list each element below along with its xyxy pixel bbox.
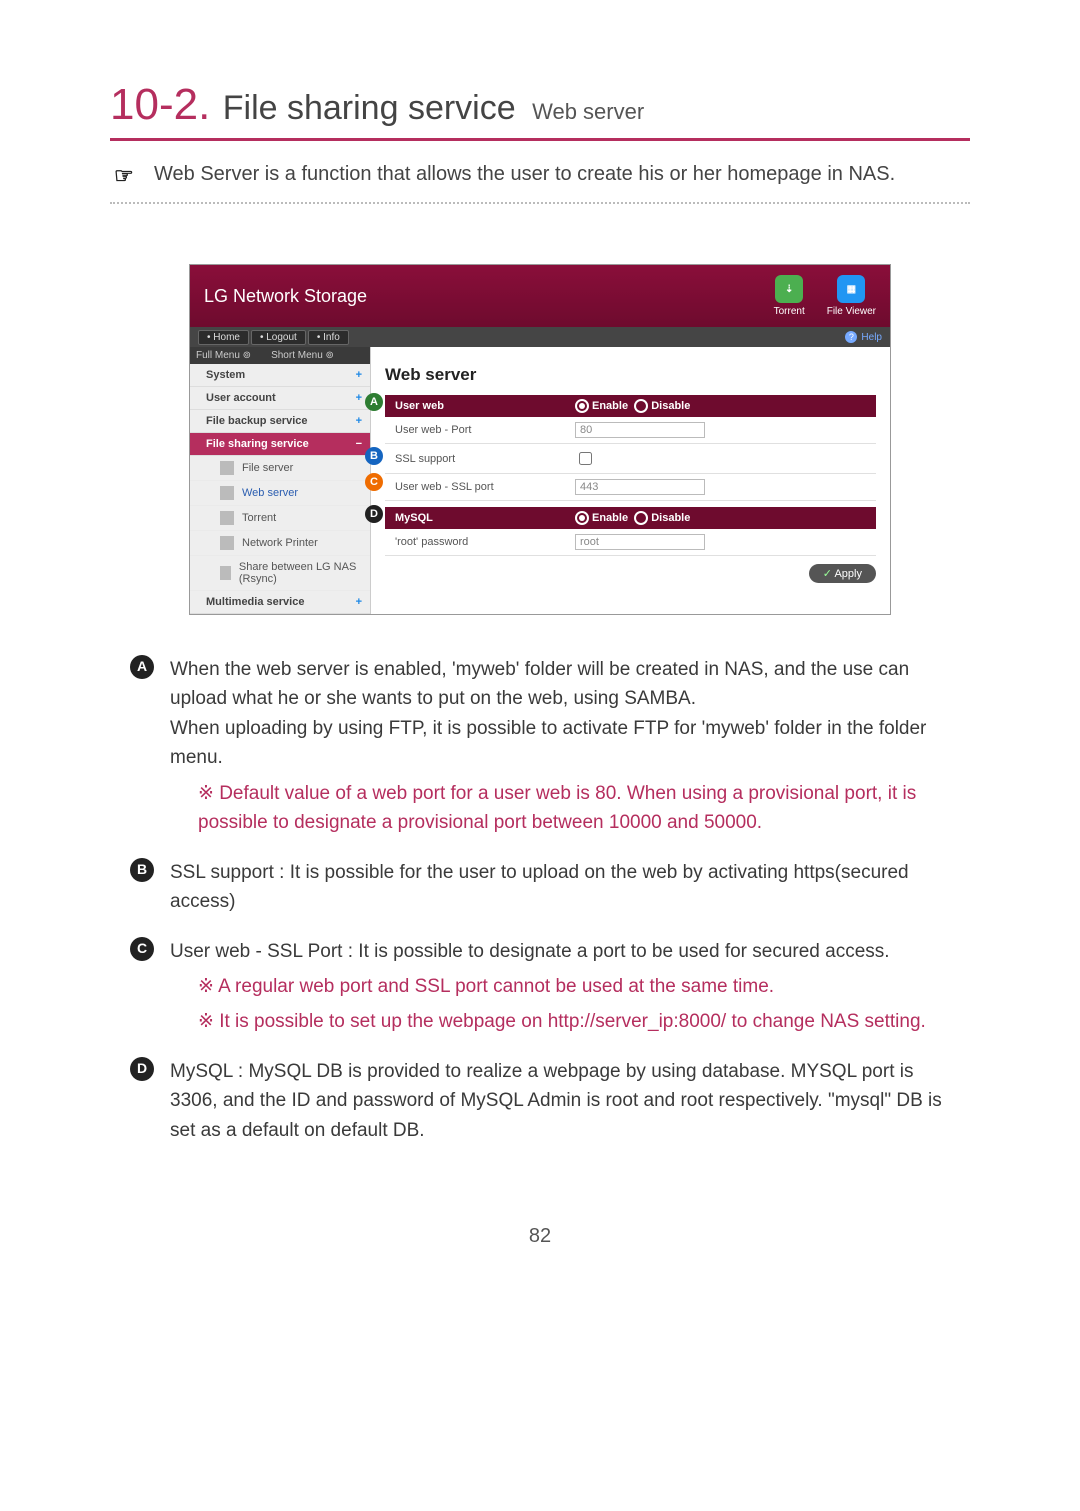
sidebar-item-file-sharing-service[interactable]: File sharing service− xyxy=(190,433,370,456)
help-link[interactable]: Help xyxy=(845,331,882,343)
row-label: User web - SSL port xyxy=(385,474,565,501)
input--root-password[interactable] xyxy=(575,534,705,550)
sidebar: Full Menu ⊚ Short Menu ⊚ System+User acco… xyxy=(190,347,371,614)
menu-tab[interactable]: Short Menu ⊚ xyxy=(271,350,334,361)
input-user-web-ssl-port[interactable] xyxy=(575,479,705,495)
marker-b: B xyxy=(365,447,383,465)
sidebar-item-file-backup-service[interactable]: File backup service+ xyxy=(190,410,370,433)
desc-c: User web - SSL Port : It is possible to … xyxy=(170,937,926,1037)
intro-text: Web Server is a function that allows the… xyxy=(154,159,895,189)
marker-c: C xyxy=(365,473,383,491)
nav-info[interactable]: • Info xyxy=(308,330,349,345)
page-number: 82 xyxy=(110,1225,970,1248)
desc-a-note: Default value of a web port for a user w… xyxy=(198,779,950,838)
sidebar-item-multimedia-service[interactable]: Multimedia service+ xyxy=(190,591,370,614)
sidebar-item-file-server[interactable]: File server xyxy=(190,456,370,481)
file-viewer-icon[interactable]: ▦File Viewer xyxy=(827,275,876,317)
menu-tab[interactable]: Full Menu ⊚ xyxy=(196,350,251,361)
userweb-table: User web Enable Disable User web - PortS… xyxy=(385,395,876,501)
desc-d: MySQL : MySQL DB is provided to realize … xyxy=(170,1057,950,1145)
nav-logout[interactable]: • Logout xyxy=(251,330,306,345)
userweb-radio[interactable]: Enable Disable xyxy=(565,395,876,417)
row-label: SSL support xyxy=(385,444,565,474)
intro-block: ☞ Web Server is a function that allows t… xyxy=(114,159,966,192)
mysql-radio[interactable]: Enable Disable xyxy=(565,507,876,529)
mysql-header: MySQL xyxy=(385,507,565,529)
sidebar-item-torrent[interactable]: Torrent xyxy=(190,506,370,531)
nas-admin-screenshot: LG Network Storage ⇣Torrent▦File Viewer … xyxy=(189,264,891,615)
apply-button[interactable]: Apply xyxy=(809,564,876,583)
sidebar-item-share-between-lg-nas-rsync-[interactable]: Share between LG NAS (Rsync) xyxy=(190,556,370,591)
row-label: 'root' password xyxy=(385,529,565,556)
label-c: C xyxy=(130,937,154,961)
page-title: 10-2. File sharing service Web server xyxy=(110,80,970,141)
userweb-header: User web xyxy=(385,395,565,417)
label-d: D xyxy=(130,1057,154,1081)
brand: LG Network Storage xyxy=(204,286,367,307)
marker-d: D xyxy=(365,505,383,523)
section-number: 10-2. xyxy=(110,80,210,129)
nav-row: • Home• Logout• Info Help xyxy=(190,327,890,347)
divider xyxy=(110,202,970,204)
sidebar-item-web-server[interactable]: Web server xyxy=(190,481,370,506)
section-main: File sharing service xyxy=(223,89,516,127)
input-user-web-port[interactable] xyxy=(575,422,705,438)
sidebar-item-system[interactable]: System+ xyxy=(190,364,370,387)
section-sub: Web server xyxy=(532,99,644,124)
hand-icon: ☞ xyxy=(114,159,142,192)
row-label: User web - Port xyxy=(385,417,565,444)
label-a: A xyxy=(130,655,154,679)
panel-title: Web server xyxy=(385,365,876,385)
main-panel: Web server A B C D User web Enable Disab… xyxy=(371,347,890,614)
sidebar-item-user-account[interactable]: User account+ xyxy=(190,387,370,410)
mysql-table: MySQL Enable Disable 'root' password xyxy=(385,507,876,556)
description-list: A When the web server is enabled, 'myweb… xyxy=(130,655,950,1145)
nav-home[interactable]: • Home xyxy=(198,330,249,345)
marker-a: A xyxy=(365,393,383,411)
torrent-icon[interactable]: ⇣Torrent xyxy=(774,275,805,317)
label-b: B xyxy=(130,858,154,882)
checkbox-ssl[interactable] xyxy=(579,452,592,465)
desc-a: When the web server is enabled, 'myweb' … xyxy=(170,655,950,838)
app-header: LG Network Storage ⇣Torrent ▦File Viewer xyxy=(190,265,890,327)
desc-b: SSL support : It is possible for the use… xyxy=(170,858,950,917)
sidebar-item-network-printer[interactable]: Network Printer xyxy=(190,531,370,556)
